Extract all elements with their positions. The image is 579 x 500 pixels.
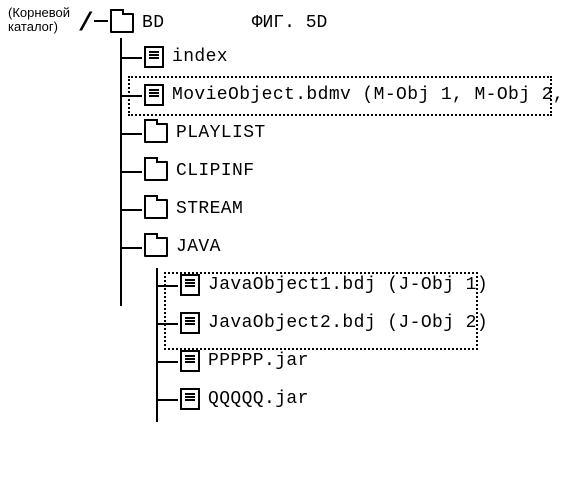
file-ppppp-jar: PPPPP.jar [100, 342, 579, 380]
folder-java: JAVA [100, 228, 579, 266]
file-javaobject1: JavaObject1.bdj (J-Obj 1) [100, 266, 579, 304]
file-icon [180, 350, 200, 372]
file-label: index [172, 48, 228, 66]
folder-icon [144, 199, 168, 219]
file-qqqqq-jar: QQQQQ.jar [100, 380, 579, 418]
file-label: MovieObject.bdmv (M-Obj 1, M-Obj 2, ...) [172, 86, 579, 104]
file-tree: BD index MovieObject.bdmv (M-Obj 1, M-Ob… [100, 8, 579, 418]
file-label: QQQQQ.jar [208, 390, 309, 408]
folder-stream: STREAM [100, 190, 579, 228]
folder-icon [144, 237, 168, 257]
folder-icon [144, 161, 168, 181]
folder-playlist: PLAYLIST [100, 114, 579, 152]
file-label: JavaObject1.bdj (J-Obj 1) [208, 276, 488, 294]
file-icon [144, 84, 164, 106]
folder-clipinf: CLIPINF [100, 152, 579, 190]
folder-label: PLAYLIST [176, 124, 266, 142]
file-icon [144, 46, 164, 68]
file-label: JavaObject2.bdj (J-Obj 2) [208, 314, 488, 332]
folder-label: JAVA [176, 238, 221, 256]
file-icon [180, 388, 200, 410]
file-icon [180, 312, 200, 334]
figure-caption: ФИГ. 5D [0, 14, 579, 32]
file-javaobject2: JavaObject2.bdj (J-Obj 2) [100, 304, 579, 342]
file-movieobject: MovieObject.bdmv (M-Obj 1, M-Obj 2, ...) [100, 76, 579, 114]
file-index: index [100, 38, 579, 76]
folder-label: STREAM [176, 200, 243, 218]
file-icon [180, 274, 200, 296]
folder-icon [144, 123, 168, 143]
folder-label: CLIPINF [176, 162, 254, 180]
file-label: PPPPP.jar [208, 352, 309, 370]
